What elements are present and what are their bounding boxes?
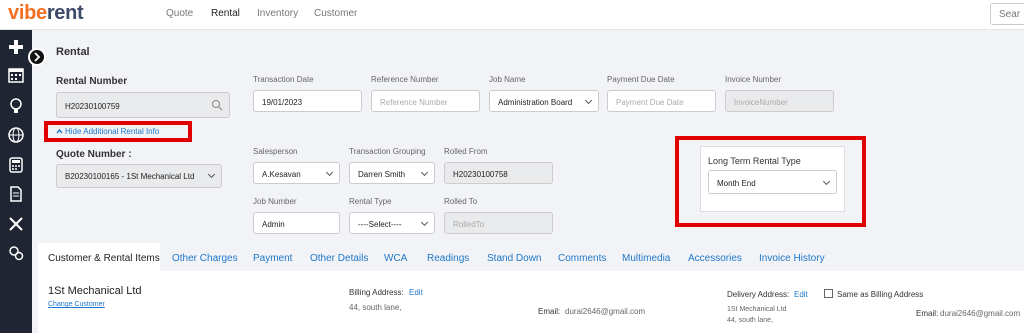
rental-type-label: Rental Type (349, 197, 392, 206)
tab-invoice-history[interactable]: Invoice History (759, 253, 825, 264)
quote-number-label: Quote Number : (56, 149, 132, 160)
nav-rental[interactable]: Rental (211, 8, 240, 19)
delivery-address: 44, south lane, (727, 317, 773, 324)
lightbulb-icon[interactable] (7, 97, 25, 115)
rental-number-field[interactable]: H20230100759 (56, 92, 230, 118)
tab-payment[interactable]: Payment (253, 253, 292, 264)
email2-label: Email: (916, 309, 939, 318)
email-label: Email: (538, 307, 561, 316)
tools-icon[interactable] (7, 215, 25, 233)
tab-other-charges[interactable]: Other Charges (172, 253, 238, 264)
chevron-down-icon (325, 168, 334, 177)
invoice-number-field: InvoiceNumber (725, 90, 834, 112)
payment-due-date-label: Payment Due Date (607, 75, 675, 84)
quote-number-value: B20230100165 - 1St Mechanical Ltd (65, 172, 195, 181)
tab-stand-down[interactable]: Stand Down (487, 253, 541, 264)
tab-customer-rental-items[interactable]: Customer & Rental Items (48, 253, 160, 264)
document-icon[interactable] (7, 185, 25, 203)
sidebar-expand-button[interactable] (28, 48, 46, 66)
logo-part1: vibe (8, 2, 47, 24)
rental-type-value: ----Select---- (358, 220, 402, 229)
email2-value: durai2646@gmail.com (940, 309, 1021, 318)
salesperson-label: Salesperson (253, 147, 298, 156)
rental-number-label: Rental Number (56, 76, 128, 87)
plus-icon[interactable] (7, 38, 25, 56)
nav-quote[interactable]: Quote (166, 8, 193, 19)
transaction-date-label: Transaction Date (253, 75, 314, 84)
brand-logo[interactable]: viberent (8, 2, 84, 25)
salesperson-value: A.Kesavan (262, 170, 301, 179)
top-navbar: viberent Quote Rental Inventory Customer… (0, 0, 1024, 30)
billing-edit-link[interactable]: Edit (409, 288, 423, 297)
customer-card (38, 271, 1024, 333)
tab-multimedia[interactable]: Multimedia (622, 253, 670, 264)
change-customer-link[interactable]: Change Customer (48, 301, 105, 308)
globe-icon[interactable] (7, 126, 25, 144)
transaction-grouping-label: Transaction Grouping (349, 147, 426, 156)
tab-wca[interactable]: WCA (384, 253, 407, 264)
calculator-icon[interactable] (7, 156, 25, 174)
delivery-name: 1St Mechanical Ltd (727, 306, 787, 313)
chevron-down-icon (822, 177, 831, 186)
rolled-from-label: Rolled From (444, 147, 488, 156)
rolled-to-field: RolledTo (444, 212, 553, 234)
transaction-grouping-value: Darren Smith (358, 170, 406, 179)
job-name-select[interactable]: Administration Board (489, 90, 599, 112)
chevron-up-icon (56, 128, 63, 134)
chevron-down-icon (420, 218, 429, 227)
sidebar (0, 30, 32, 333)
rolled-to-label: Rolled To (444, 197, 478, 206)
delivery-address-label: Delivery Address: (727, 290, 790, 299)
rental-number-value: H20230100759 (65, 102, 120, 111)
nav-customer[interactable]: Customer (314, 8, 357, 19)
job-name-label: Job Name (489, 75, 526, 84)
reference-number-field[interactable]: Reference Number (371, 90, 480, 112)
rental-type-select[interactable]: ----Select---- (349, 212, 435, 234)
tab-readings[interactable]: Readings (427, 253, 469, 264)
nav-inventory[interactable]: Inventory (257, 8, 298, 19)
billing-address: 44, south lane, (349, 303, 402, 312)
rolled-from-field: H20230100758 (444, 162, 553, 184)
transaction-date-field[interactable]: 19/01/2023 (253, 90, 362, 112)
tab-accessories[interactable]: Accessories (688, 253, 742, 264)
long-term-rental-label: Long Term Rental Type (708, 156, 801, 166)
job-number-field[interactable]: Admin (253, 212, 340, 234)
delivery-edit-link[interactable]: Edit (794, 290, 808, 299)
transaction-grouping-select[interactable]: Darren Smith (349, 162, 435, 184)
job-name-value: Administration Board (498, 98, 573, 107)
payment-due-date-field[interactable]: Payment Due Date (607, 90, 716, 112)
gears-icon[interactable] (7, 244, 25, 262)
search-icon[interactable] (211, 99, 223, 111)
hide-additional-info-link[interactable]: Hide Additional Rental Info (56, 127, 159, 136)
long-term-rental-value: Month End (717, 179, 756, 188)
job-number-label: Job Number (253, 197, 297, 206)
reference-number-label: Reference Number (371, 75, 439, 84)
salesperson-select[interactable]: A.Kesavan (253, 162, 340, 184)
quote-number-select[interactable]: B20230100165 - 1St Mechanical Ltd (56, 164, 222, 188)
calendar-icon[interactable] (7, 66, 25, 84)
chevron-right-icon (34, 52, 41, 62)
long-term-rental-select[interactable]: Month End (708, 170, 837, 194)
chevron-down-icon (584, 96, 593, 105)
chevron-down-icon (420, 168, 429, 177)
same-as-billing-label: Same as Billing Address (837, 290, 924, 299)
same-as-billing-checkbox[interactable] (824, 289, 833, 298)
tab-comments[interactable]: Comments (558, 253, 606, 264)
tab-other-details[interactable]: Other Details (310, 253, 368, 264)
logo-part2: rent (46, 2, 84, 24)
page-title: Rental (56, 46, 90, 58)
hide-info-text: Hide Additional Rental Info (65, 127, 160, 136)
chevron-down-icon (207, 170, 216, 179)
email-value: durai2646@gmail.com (565, 307, 646, 316)
customer-name: 1St Mechanical Ltd (48, 285, 142, 297)
billing-address-label: Billing Address: (349, 288, 404, 297)
invoice-number-label: Invoice Number (725, 75, 782, 84)
search-input[interactable]: Sear (990, 3, 1024, 25)
